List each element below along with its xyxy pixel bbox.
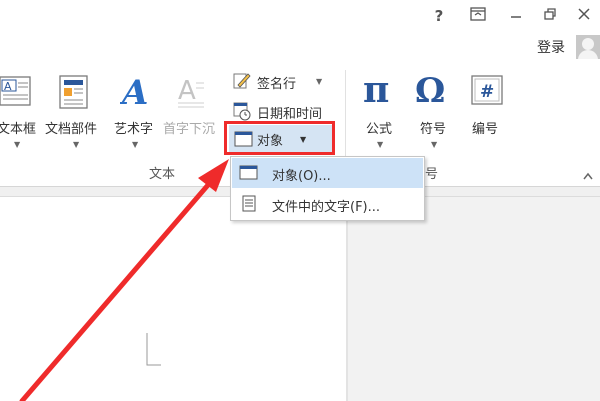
annotation-arrow xyxy=(19,159,229,401)
